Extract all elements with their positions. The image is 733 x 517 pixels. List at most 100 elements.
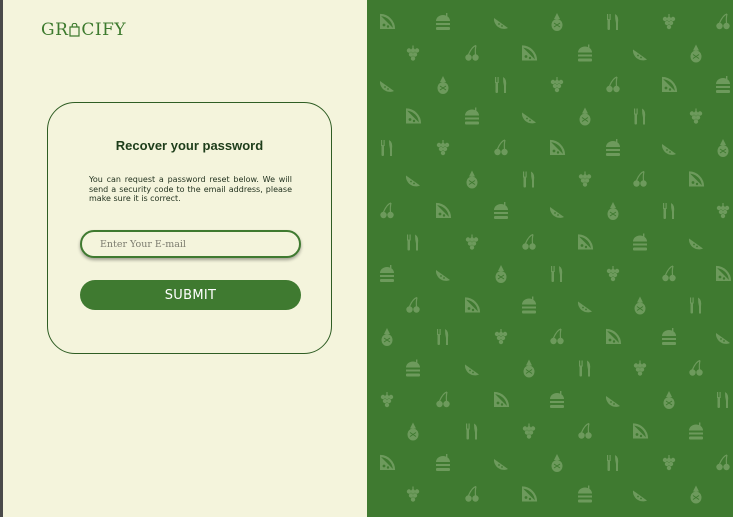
cutlery-icon: [381, 140, 393, 156]
pizza-icon: [605, 328, 622, 345]
pineapple-icon: [407, 422, 419, 441]
grapes-icon: [406, 486, 420, 502]
grapes-icon: [662, 455, 676, 471]
pizza-icon: [632, 423, 649, 439]
burger-icon: [662, 328, 676, 345]
cherries-icon: [406, 296, 420, 313]
burger-icon: [606, 139, 620, 156]
watermelon-icon: [688, 238, 703, 250]
burger-icon: [578, 44, 592, 62]
cutlery-icon: [717, 392, 729, 408]
grapes-icon: [494, 329, 508, 345]
cherries-icon: [606, 76, 620, 93]
pineapple-icon: [551, 13, 563, 31]
cherries-icon: [465, 485, 479, 502]
burger-icon: [578, 485, 592, 503]
pineapple-icon: [466, 170, 478, 189]
pizza-icon: [435, 202, 452, 219]
pineapple-icon: [523, 359, 535, 378]
burger-icon: [633, 233, 647, 251]
pineapple-icon: [437, 76, 449, 94]
cherries-icon: [522, 233, 536, 250]
cherries-icon: [662, 265, 676, 282]
pizza-icon: [464, 297, 481, 313]
grapes-icon: [465, 234, 479, 250]
pineapple-icon: [381, 328, 393, 346]
cherries-icon: [716, 454, 730, 471]
cherries-icon: [465, 44, 479, 61]
grapes-icon: [716, 203, 730, 219]
watermelon-icon: [661, 144, 676, 155]
pineapple-icon: [551, 454, 563, 472]
grapes-icon: [550, 77, 564, 93]
cherries-icon: [380, 202, 394, 219]
cherries-icon: [494, 139, 508, 156]
food-pattern: [379, 13, 732, 504]
pizza-icon: [405, 108, 422, 124]
cutlery-icon: [579, 360, 591, 377]
watermelon-icon: [632, 49, 647, 61]
cutlery-icon: [551, 266, 563, 282]
pizza-icon: [379, 454, 396, 471]
food-pattern-panel: [367, 0, 733, 517]
cherries-icon: [689, 359, 703, 376]
burger-icon: [465, 107, 479, 125]
pineapple-icon: [690, 44, 702, 63]
burger-icon: [380, 265, 394, 282]
pineapple-icon: [717, 139, 729, 157]
recover-title: Recover your password: [115, 138, 264, 153]
burger-icon: [522, 296, 536, 314]
watermelon-icon: [435, 270, 450, 281]
watermelon-icon: [379, 81, 394, 92]
pizza-icon: [715, 265, 732, 282]
logo-text-end: CIFY: [81, 20, 127, 40]
grapes-icon: [436, 140, 450, 156]
cherries-icon: [716, 13, 730, 30]
pizza-icon: [549, 139, 566, 156]
burger-icon: [494, 202, 508, 219]
cutlery-icon: [437, 329, 449, 345]
pineapple-icon: [690, 485, 702, 504]
pizza-icon: [577, 234, 594, 250]
grapes-icon: [606, 266, 620, 282]
cutlery-icon: [495, 77, 507, 93]
pizza-icon: [521, 45, 538, 61]
watermelon-icon: [715, 333, 730, 344]
cherries-icon: [578, 422, 592, 439]
watermelon-icon: [632, 490, 647, 502]
grapes-icon: [522, 423, 536, 439]
cutlery-icon: [407, 234, 419, 251]
watermelon-icon: [493, 18, 508, 29]
shopping-bag-icon: [69, 23, 80, 37]
watermelon-icon: [464, 364, 479, 376]
burger-icon: [689, 422, 703, 440]
watermelon-icon: [605, 396, 620, 407]
pineapple-icon: [607, 202, 619, 220]
grapes-icon: [662, 14, 676, 30]
watermelon-icon: [577, 301, 592, 313]
burger-icon: [550, 391, 564, 408]
grapes-icon: [380, 392, 394, 408]
cutlery-icon: [663, 203, 675, 219]
cutlery-icon: [607, 14, 619, 30]
pineapple-icon: [663, 391, 675, 409]
cutlery-icon: [466, 423, 478, 440]
cutlery-icon: [690, 297, 702, 314]
pineapple-icon: [634, 296, 646, 315]
grapes-icon: [578, 171, 592, 187]
pineapple-icon: [495, 265, 507, 283]
grapes-icon: [633, 360, 647, 376]
recover-description: You can request a password reset below. …: [89, 175, 292, 203]
cherries-icon: [550, 328, 564, 345]
cherries-icon: [633, 170, 647, 187]
logo-text-start: GR: [41, 20, 69, 40]
watermelon-icon: [549, 207, 564, 218]
gracify-logo[interactable]: GR CIFY: [41, 19, 126, 41]
pizza-icon: [521, 486, 538, 502]
submit-button[interactable]: SUBMIT: [80, 280, 301, 310]
burger-icon: [436, 454, 450, 471]
email-input[interactable]: [80, 230, 301, 258]
cherries-icon: [436, 391, 450, 408]
pizza-icon: [661, 76, 678, 93]
left-panel: GR CIFY Recover your password You can re…: [3, 0, 367, 517]
